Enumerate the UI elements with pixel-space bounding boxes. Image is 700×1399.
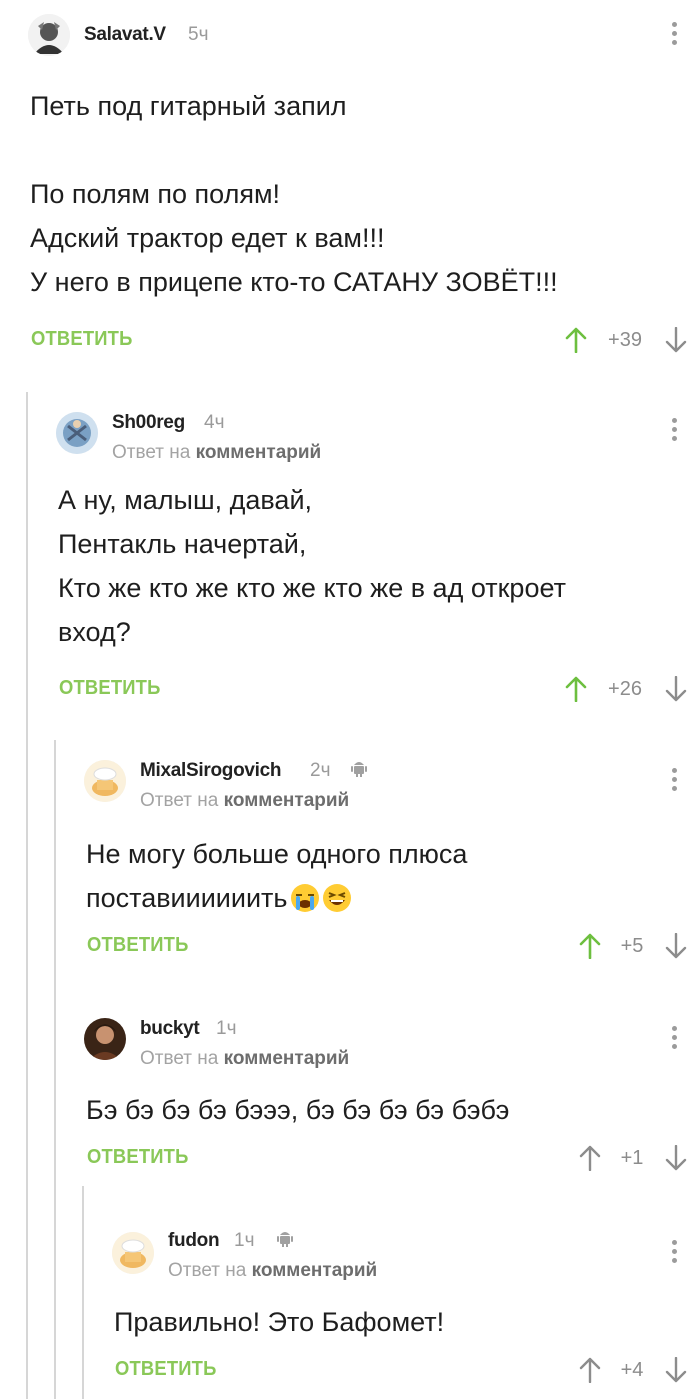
reply-to-label: Ответ на комментарий — [140, 790, 350, 811]
timestamp: 5ч — [188, 24, 209, 45]
score: +39 — [608, 329, 642, 351]
avatar[interactable] — [84, 760, 126, 802]
downvote-arrow-icon[interactable] — [665, 1357, 687, 1383]
upvote-arrow-icon[interactable] — [579, 1357, 601, 1383]
android-icon — [351, 762, 367, 777]
upvote-arrow-icon[interactable] — [565, 327, 587, 353]
comment-text: Петь под гитарный запил По полям по поля… — [30, 91, 558, 297]
avatar[interactable] — [28, 14, 70, 56]
more-options-icon[interactable] — [672, 22, 678, 49]
downvote-arrow-icon[interactable] — [665, 933, 687, 959]
android-icon — [277, 1232, 293, 1247]
comment-text: А ну, малыш, давай, Пентакль начертай, К… — [58, 485, 566, 647]
downvote-arrow-icon[interactable] — [665, 327, 687, 353]
comment-text: Не могу больше одного плюса поставииииии… — [86, 832, 666, 920]
grinning-squinting-face-icon — [322, 884, 351, 912]
reply-button[interactable]: ОТВЕТИТЬ — [87, 934, 189, 957]
more-options-icon[interactable] — [672, 768, 678, 795]
reply-to-link[interactable]: комментарий — [224, 1048, 350, 1069]
username[interactable]: MixalSirogovich — [140, 760, 282, 782]
score: +4 — [620, 1359, 644, 1381]
comment-text: Бэ бэ бэ бэ бэээ, бэ бэ бэ бэ бэбэ — [86, 1095, 510, 1125]
username[interactable]: fudon — [168, 1230, 220, 1252]
timestamp: 1ч — [216, 1018, 237, 1039]
username[interactable]: Salavat.V — [84, 24, 166, 46]
more-options-icon[interactable] — [672, 1026, 678, 1053]
score: +5 — [620, 935, 644, 957]
comment-text-line: поставиииииить — [86, 876, 666, 920]
downvote-arrow-icon[interactable] — [665, 676, 687, 702]
reply-button[interactable]: ОТВЕТИТЬ — [87, 1146, 189, 1169]
username[interactable]: Sh00reg — [112, 412, 185, 434]
comment-fudon: fudon 1ч Ответ на комментарий Правильно!… — [84, 1212, 700, 1399]
reply-button[interactable]: ОТВЕТИТЬ — [59, 677, 161, 700]
upvote-arrow-icon[interactable] — [579, 1145, 601, 1171]
comment-buckyt: buckyt 1ч Ответ на комментарий Бэ бэ бэ … — [56, 998, 700, 1188]
timestamp: 4ч — [204, 412, 225, 433]
timestamp: 2ч — [310, 760, 331, 781]
reply-to-label: Ответ на комментарий — [168, 1260, 378, 1281]
more-options-icon[interactable] — [672, 1240, 678, 1267]
upvote-arrow-icon[interactable] — [565, 676, 587, 702]
reply-to-label: Ответ на комментарий — [140, 1048, 350, 1069]
comment-mixalsirogovich: MixalSirogovich 2ч Ответ на комментарий … — [56, 740, 700, 990]
reply-to-link[interactable]: комментарий — [224, 790, 350, 811]
reply-to-link[interactable]: комментарий — [196, 442, 322, 463]
more-options-icon[interactable] — [672, 418, 678, 445]
comment-salavat: Salavat.V 5ч Петь под гитарный запил По … — [0, 0, 700, 380]
comment-text: Правильно! Это Бафомет! — [114, 1307, 445, 1337]
reply-to-label: Ответ на комментарий — [112, 442, 322, 463]
reply-to-link[interactable]: комментарий — [252, 1260, 378, 1281]
upvote-arrow-icon[interactable] — [579, 933, 601, 959]
timestamp: 1ч — [234, 1230, 255, 1251]
reply-button[interactable]: ОТВЕТИТЬ — [31, 328, 133, 351]
score: +26 — [608, 678, 642, 700]
loudly-crying-face-icon — [290, 884, 319, 912]
comment-sh00reg: Sh00reg 4ч Ответ на комментарий А ну, ма… — [28, 392, 700, 732]
reply-button[interactable]: ОТВЕТИТЬ — [115, 1358, 217, 1381]
score: +1 — [620, 1147, 644, 1169]
avatar[interactable] — [84, 1018, 126, 1060]
comment-text-line: Не могу больше одного плюса — [86, 839, 468, 869]
avatar[interactable] — [112, 1232, 154, 1274]
avatar[interactable] — [56, 412, 98, 454]
username[interactable]: buckyt — [140, 1018, 200, 1040]
downvote-arrow-icon[interactable] — [665, 1145, 687, 1171]
